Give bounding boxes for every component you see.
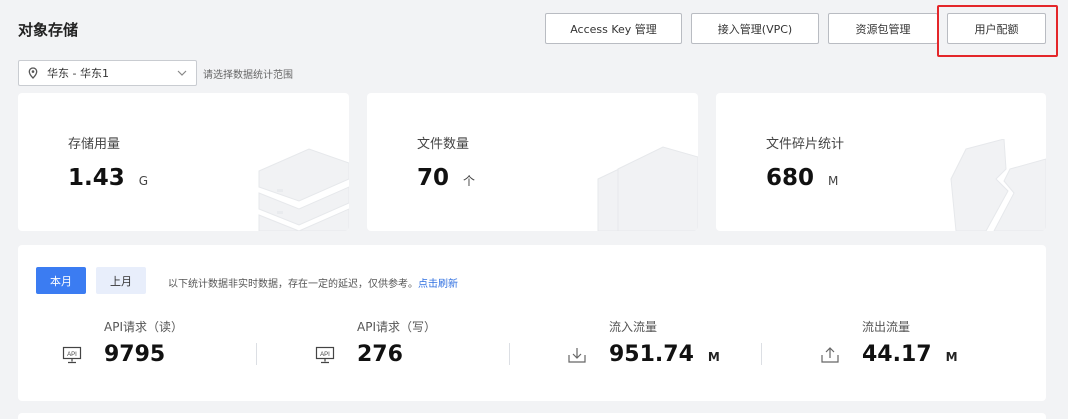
region-hint: 请选择数据统计范围 (203, 70, 293, 81)
upload-icon (821, 347, 839, 363)
next-panel-edge (18, 413, 1046, 419)
file-fragment-value: 680 (766, 165, 815, 191)
file-fragment-card: 文件碎片统计 680 M (716, 93, 1046, 231)
tab-current-month[interactable]: 本月 (36, 267, 86, 294)
storage-usage-label: 存储用量 (68, 137, 121, 152)
vpc-access-button[interactable]: 接入管理(VPC) (691, 13, 819, 44)
download-icon (568, 348, 586, 363)
svg-text:API: API (67, 352, 77, 358)
storage-usage-unit: G (138, 174, 149, 188)
metric-api-read-label: API请求（读） (104, 320, 183, 334)
file-count-unit: 个 (463, 174, 476, 188)
chevron-down-icon (177, 70, 187, 76)
stats-notice-text: 以下统计数据非实时数据，存在一定的延迟，仅供参考。 (168, 279, 418, 290)
metric-api-read-value: 9795 (104, 342, 166, 367)
svg-text:API: API (320, 352, 330, 358)
api-monitor-icon: API (62, 346, 82, 364)
file-fragment-label: 文件碎片统计 (766, 137, 845, 152)
folder-icon (597, 146, 698, 231)
file-count-value: 70 (417, 165, 450, 191)
page-title: 对象存储 (18, 21, 79, 39)
metric-inflow-value: 951.74 (609, 342, 694, 367)
metric-inflow-unit: M (707, 350, 720, 364)
metric-divider (761, 343, 762, 365)
location-pin-icon (28, 67, 38, 79)
metric-outflow-label: 流出流量 (862, 320, 911, 334)
request-stats-panel: 本月 上月 以下统计数据非实时数据，存在一定的延迟，仅供参考。点击刷新 API请… (18, 245, 1046, 401)
server-stack-icon (258, 148, 349, 231)
metric-api-write-label: API请求（写） (357, 320, 436, 334)
metric-outflow-value: 44.17 (862, 342, 932, 367)
storage-usage-value: 1.43 (68, 165, 125, 191)
resource-package-button[interactable]: 资源包管理 (828, 13, 938, 44)
file-count-card: 文件数量 70 个 (367, 93, 698, 231)
metric-inflow-label: 流入流量 (609, 320, 658, 334)
storage-usage-card: 存储用量 1.43 G (18, 93, 349, 231)
region-select[interactable]: 华东 - 华东1 (18, 60, 197, 86)
region-select-value: 华东 - 华东1 (47, 67, 109, 80)
tab-previous-month[interactable]: 上月 (96, 267, 146, 294)
api-monitor-icon: API (315, 346, 335, 364)
puzzle-icon (950, 139, 1046, 231)
metric-divider (256, 343, 257, 365)
refresh-link[interactable]: 点击刷新 (418, 279, 458, 290)
access-key-button[interactable]: Access Key 管理 (545, 13, 682, 44)
metric-api-write-value: 276 (357, 342, 403, 367)
file-count-label: 文件数量 (417, 137, 470, 152)
user-quota-button[interactable]: 用户配额 (947, 13, 1046, 44)
file-fragment-unit: M (828, 174, 839, 188)
stats-notice: 以下统计数据非实时数据，存在一定的延迟，仅供参考。点击刷新 (168, 275, 458, 290)
metric-outflow-unit: M (945, 350, 958, 364)
metric-divider (509, 343, 510, 365)
